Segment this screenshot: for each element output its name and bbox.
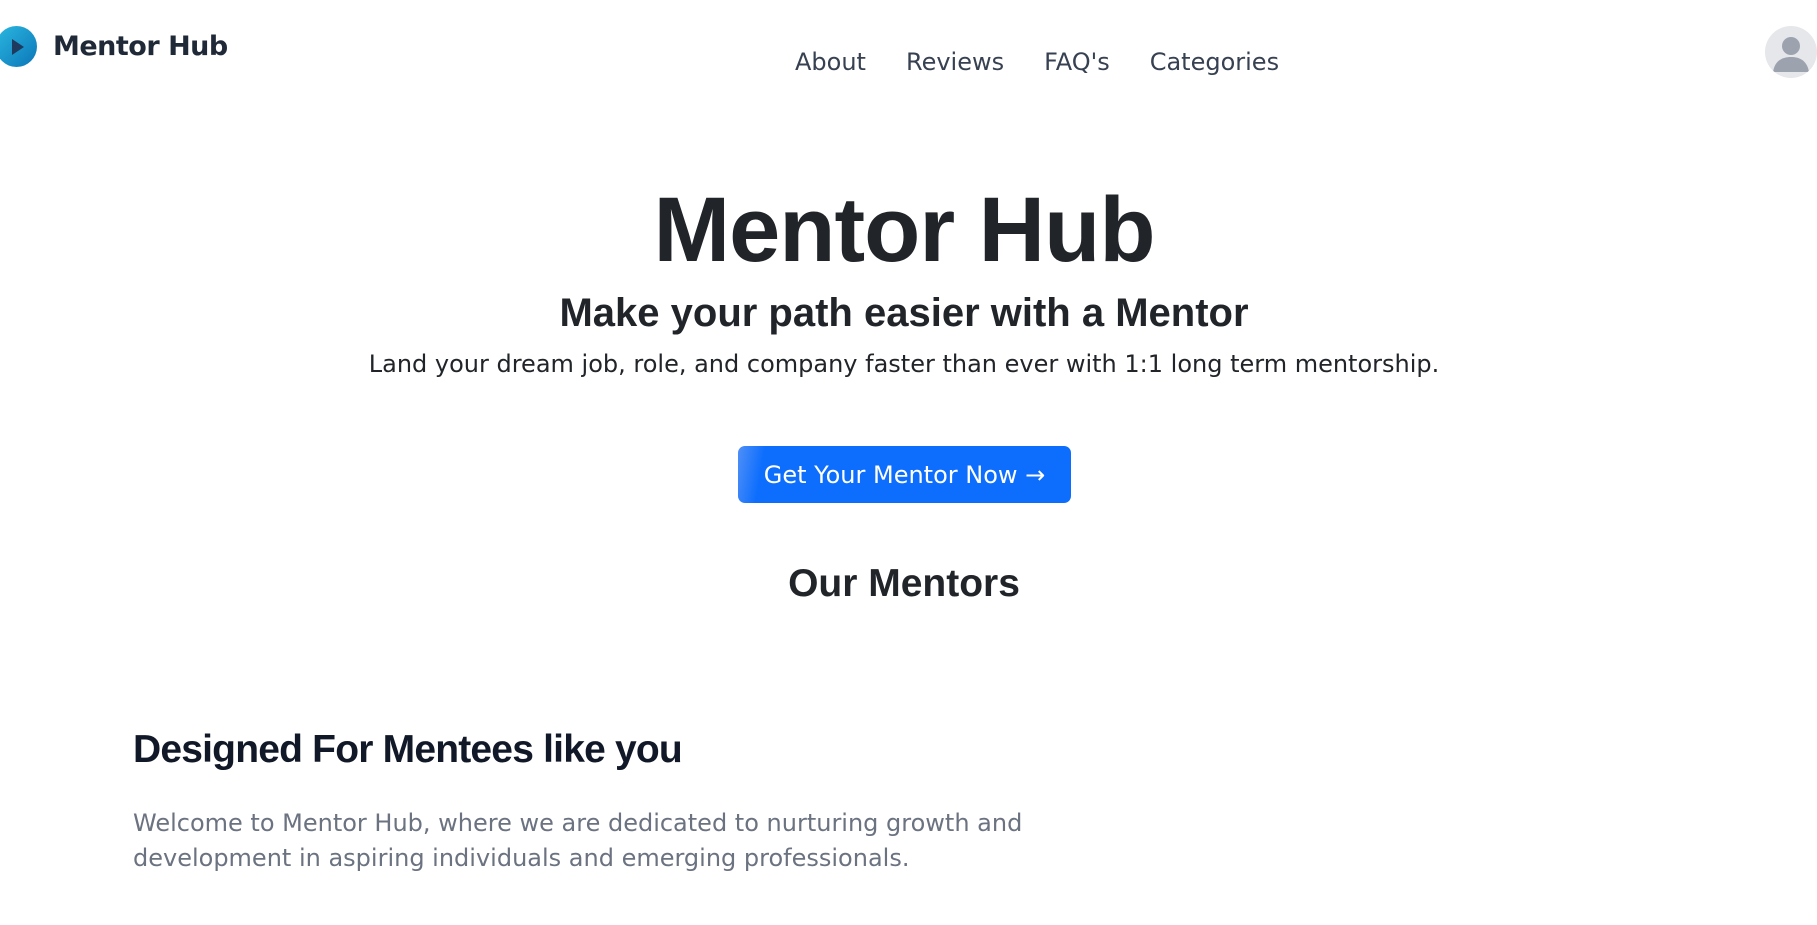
designed-for-mentees-heading: Designed For Mentees like you <box>133 728 683 771</box>
designed-for-mentees-text: Welcome to Mentor Hub, where we are dedi… <box>133 809 1023 872</box>
brand-link[interactable]: Mentor Hub <box>0 26 228 67</box>
nav-faqs[interactable]: FAQ's <box>1044 48 1110 76</box>
brand-name: Mentor Hub <box>53 31 228 62</box>
hero-title: Mentor Hub <box>653 179 1155 281</box>
nav-reviews[interactable]: Reviews <box>906 48 1004 76</box>
hero-subtitle: Make your path easier with a Mentor <box>559 291 1249 335</box>
page: Mentor Hub About Reviews FAQ's Categorie… <box>0 0 1817 925</box>
hero-description: Land your dream job, role, and company f… <box>368 350 1440 378</box>
play-icon <box>0 26 37 67</box>
main-nav: About Reviews FAQ's Categories <box>795 48 1279 76</box>
get-mentor-button[interactable]: Get Your Mentor Now → <box>738 446 1071 503</box>
user-avatar-icon[interactable] <box>1765 26 1817 78</box>
nav-about[interactable]: About <box>795 48 866 76</box>
nav-categories[interactable]: Categories <box>1150 48 1279 76</box>
our-mentors-heading: Our Mentors <box>788 562 1020 605</box>
